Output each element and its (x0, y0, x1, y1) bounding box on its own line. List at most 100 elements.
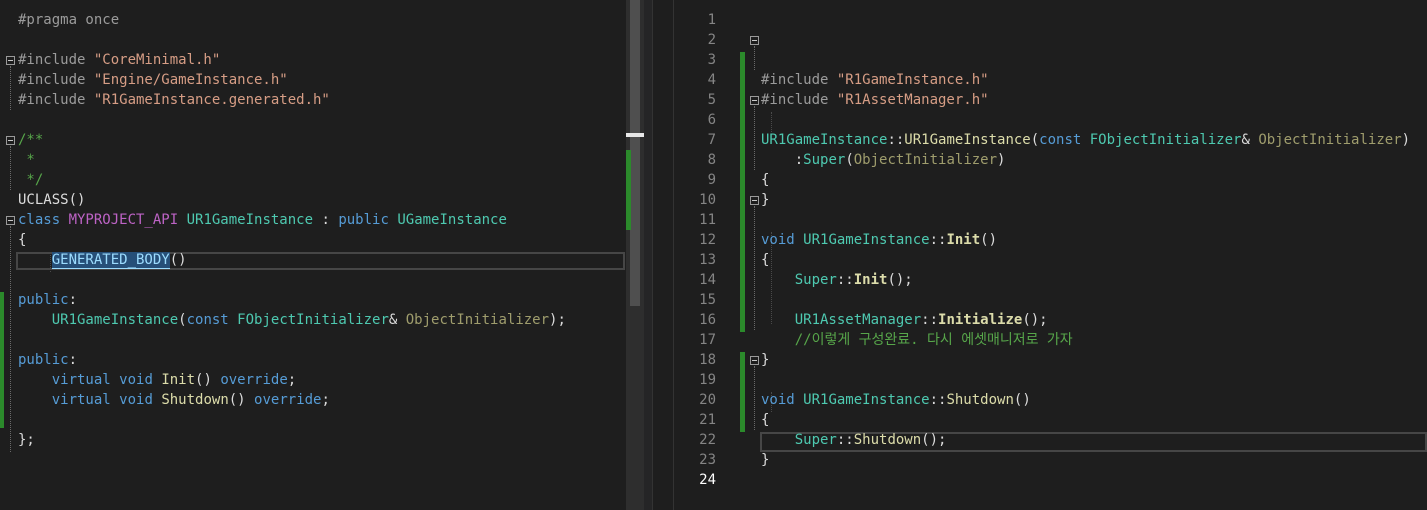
code-line[interactable]: GENERATED_BODY() (18, 250, 626, 270)
right-indicator-margin (652, 0, 674, 510)
code-line[interactable]: :Super(ObjectInitializer) (761, 150, 1421, 170)
code-line[interactable] (761, 290, 1421, 310)
code-token: public (18, 292, 69, 308)
code-token: "CoreMinimal.h" (93, 52, 221, 68)
line-number: 1 (707, 12, 716, 28)
code-token: { (761, 252, 770, 268)
code-line[interactable]: void UR1GameInstance::Init() (761, 230, 1421, 250)
code-line[interactable]: }; (18, 430, 626, 450)
code-line[interactable]: #include "Engine/GameInstance.h" (18, 70, 626, 90)
code-line[interactable] (18, 110, 626, 130)
code-token: & (388, 312, 406, 328)
left-code-area[interactable]: #pragma once #include "CoreMinimal.h" #inc… (18, 10, 626, 450)
code-line[interactable] (761, 110, 1421, 130)
code-token: Super (794, 272, 837, 288)
code-line[interactable]: #include "R1GameInstance.generated.h" (18, 90, 626, 110)
code-token: : (68, 352, 78, 368)
code-line[interactable]: Super::Shutdown(); (761, 430, 1421, 450)
collapse-includes-icon[interactable] (750, 36, 759, 45)
code-line[interactable]: { (18, 230, 626, 250)
code-token: ObjectInitializer (853, 152, 998, 168)
code-token: const (186, 312, 238, 328)
code-token: ( (178, 312, 187, 328)
code-token: Shutdown (161, 392, 229, 408)
right-code-area[interactable]: #include "R1GameInstance.h" #include "R1A… (761, 10, 1421, 490)
code-line[interactable] (18, 270, 626, 290)
collapse-comment-icon[interactable] (6, 136, 15, 145)
code-line[interactable]: Super::Init(); (761, 270, 1421, 290)
code-line[interactable] (761, 370, 1421, 390)
collapse-class-icon[interactable] (6, 216, 15, 225)
code-token: //이렇게 구성완료. 다시 에셋매니저로 가자 (761, 332, 1073, 348)
code-line[interactable]: */ (18, 170, 626, 190)
code-token: ) (997, 152, 1006, 168)
code-token: Shutdown (946, 392, 1014, 408)
left-editor-pane[interactable]: #pragma once #include "CoreMinimal.h" #inc… (0, 0, 626, 510)
collapse-constructor-icon[interactable] (750, 96, 759, 105)
code-line[interactable]: class MYPROJECT_API UR1GameInstance : pu… (18, 210, 626, 230)
code-line[interactable]: UCLASS() (18, 190, 626, 210)
code-line[interactable]: } (761, 350, 1421, 370)
code-token: ); (549, 312, 566, 328)
code-line[interactable]: virtual void Init() override; (18, 370, 626, 390)
code-line[interactable]: #include "CoreMinimal.h" (18, 50, 626, 70)
outline-guide-shutdown (754, 366, 756, 430)
code-line[interactable] (761, 30, 1421, 50)
code-token: public (338, 212, 398, 228)
code-token: Shutdown (853, 432, 922, 448)
code-line[interactable]: } (761, 190, 1421, 210)
code-line[interactable] (761, 470, 1421, 490)
code-line[interactable]: UR1AssetManager::Initialize(); (761, 310, 1421, 330)
code-line[interactable] (18, 330, 626, 350)
code-token: override (220, 372, 288, 388)
left-vertical-scrollbar[interactable] (626, 0, 644, 510)
code-line[interactable]: #pragma once (18, 10, 626, 30)
code-token: (); (1022, 312, 1048, 328)
code-line[interactable] (761, 10, 1421, 30)
code-token: override (254, 392, 322, 408)
right-editor-pane[interactable]: 1 2 3 4 5 6 7 8 9 10 11 12 13 14 15 16 17 18 19 20 21 22 23 24 … (674, 0, 1427, 510)
outline-guide-constructor (754, 106, 756, 170)
change-marker-bar-top (740, 52, 745, 332)
code-line[interactable]: virtual void Shutdown() override; (18, 390, 626, 410)
code-token: () (1013, 392, 1031, 408)
splitter[interactable] (644, 0, 652, 510)
code-line[interactable]: void UR1GameInstance::Shutdown() (761, 390, 1421, 410)
code-line[interactable]: /** (18, 130, 626, 150)
code-line[interactable]: * (18, 150, 626, 170)
code-token: ) (1401, 132, 1411, 148)
code-line[interactable]: #include "R1GameInstance.h" (761, 70, 1421, 90)
code-line[interactable]: UR1GameInstance::UR1GameInstance(const F… (761, 130, 1421, 150)
code-token: GENERATED_BODY (51, 252, 170, 269)
line-number: 7 (707, 132, 716, 148)
collapse-shutdown-icon[interactable] (750, 356, 759, 365)
code-line[interactable]: { (761, 170, 1421, 190)
code-line[interactable]: public: (18, 350, 626, 370)
code-line[interactable]: { (761, 410, 1421, 430)
code-line[interactable]: public: (18, 290, 626, 310)
code-line[interactable]: //이렇게 구성완료. 다시 에셋매니저로 가자 (761, 330, 1421, 350)
code-line[interactable] (18, 30, 626, 50)
collapse-includes-icon[interactable] (6, 56, 15, 65)
code-line[interactable]: UR1GameInstance(const FObjectInitializer… (18, 310, 626, 330)
line-number: 12 (699, 232, 716, 248)
collapse-init-icon[interactable] (750, 196, 759, 205)
line-number: 8 (707, 152, 716, 168)
code-line[interactable]: } (761, 450, 1421, 470)
code-line[interactable] (761, 50, 1421, 70)
code-token: UR1GameInstance (761, 132, 888, 148)
code-line[interactable] (761, 210, 1421, 230)
outline-guide-comment (10, 146, 12, 190)
code-token: UGameInstance (397, 212, 507, 228)
code-line[interactable]: #include "R1AssetManager.h" (761, 90, 1421, 110)
code-token: () (228, 392, 255, 408)
code-token: : (313, 212, 339, 228)
code-line[interactable]: { (761, 250, 1421, 270)
left-scrollbar-thumb[interactable] (630, 0, 640, 306)
change-marker-bar (0, 292, 4, 428)
code-token: } (761, 352, 770, 368)
code-line[interactable] (18, 410, 626, 430)
